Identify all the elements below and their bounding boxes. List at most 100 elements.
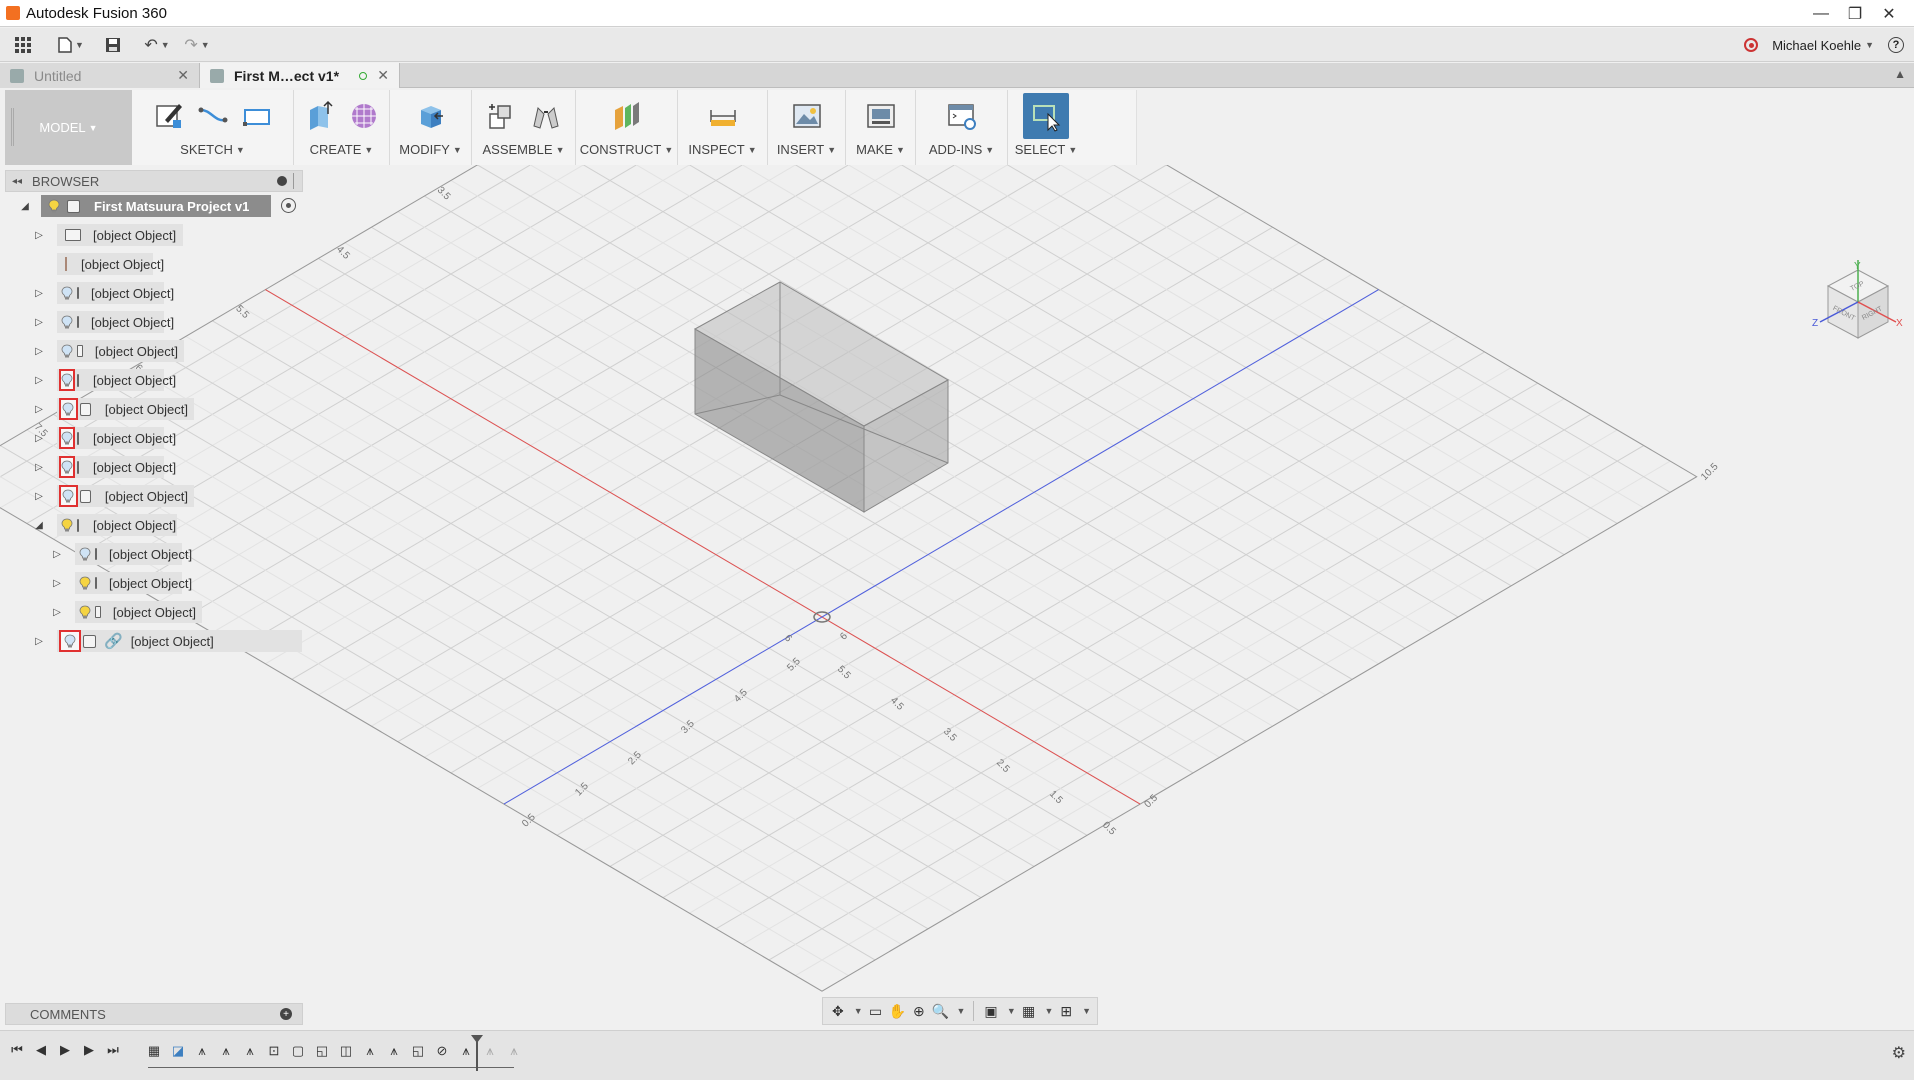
add-ins-group[interactable]: ADD-INS ▼ xyxy=(916,90,1008,165)
construct-group[interactable]: CONSTRUCT ▼ xyxy=(576,90,678,165)
expand-arrow-icon[interactable]: ▷ xyxy=(33,374,45,386)
expand-arrow-icon[interactable]: ▷ xyxy=(33,403,45,415)
timeline-feature-icon[interactable]: ▦ xyxy=(144,1041,164,1061)
scripts-addins-icon[interactable] xyxy=(945,99,979,133)
look-at-icon[interactable]: ▭ xyxy=(867,1000,885,1022)
timeline-joint-icon[interactable]: ⩚ xyxy=(456,1041,476,1061)
visibility-bulb-icon[interactable] xyxy=(79,545,91,563)
visibility-bulb-icon[interactable] xyxy=(59,427,75,449)
panel-resize-handle[interactable] xyxy=(293,173,296,189)
timeline-joint-icon[interactable]: ⩚ xyxy=(360,1041,380,1061)
tree-row[interactable]: [object Object] xyxy=(5,250,303,279)
assemble-group[interactable]: ASSEMBLE ▼ xyxy=(472,90,576,165)
chevron-down-icon[interactable]: ▼ xyxy=(1865,40,1874,50)
tree-row[interactable]: ▷ [object Object] xyxy=(5,569,303,598)
modify-group[interactable]: MODIFY ▼ xyxy=(390,90,472,165)
save-button[interactable] xyxy=(100,32,126,58)
tree-row[interactable]: ▷ [object Object] xyxy=(5,482,303,511)
select-group[interactable]: SELECT ▼ xyxy=(1008,90,1084,165)
visibility-bulb-icon[interactable] xyxy=(61,313,73,331)
measure-icon[interactable] xyxy=(706,99,740,133)
expand-arrow-icon[interactable]: ▷ xyxy=(33,635,45,647)
go-to-start-icon[interactable]: ⏮ xyxy=(8,1041,26,1059)
workspace-switcher[interactable]: MODEL ▼ xyxy=(5,90,132,165)
make-group[interactable]: MAKE ▼ xyxy=(846,90,916,165)
timeline-joint-icon[interactable]: ⩚ xyxy=(216,1041,236,1061)
view-cube[interactable]: TOP FRONT RIGHT Y Z X xyxy=(1810,260,1905,360)
expand-arrow-icon[interactable]: ▷ xyxy=(33,461,45,473)
tree-row[interactable]: ◢ [object Object] xyxy=(5,511,303,540)
visibility-bulb-icon[interactable] xyxy=(59,485,78,507)
timeline-feature-icon[interactable]: ◪ xyxy=(168,1041,188,1061)
create-group[interactable]: CREATE ▼ xyxy=(294,90,390,165)
file-menu-button[interactable]: ▼ xyxy=(58,32,84,58)
step-forward-icon[interactable]: ▶ xyxy=(80,1041,98,1059)
tree-node[interactable]: [object Object] xyxy=(57,224,183,246)
fit-icon[interactable]: 🔍 xyxy=(932,1000,950,1022)
expand-arrow-icon[interactable]: ▷ xyxy=(33,287,45,299)
browser-pin-icon[interactable] xyxy=(277,176,287,186)
timeline-track[interactable] xyxy=(148,1067,514,1068)
expand-arrow-icon[interactable]: ▷ xyxy=(51,577,63,589)
expand-arrow-icon[interactable]: ▷ xyxy=(51,606,63,618)
tree-node[interactable]: [object Object] xyxy=(57,340,184,362)
visibility-bulb-icon[interactable] xyxy=(45,197,63,215)
timeline-feature-icon[interactable]: ◱ xyxy=(312,1041,332,1061)
undo-button[interactable]: ↶ ▼ xyxy=(144,32,170,58)
expand-arrow-icon[interactable]: ▷ xyxy=(33,316,45,328)
orbit-icon[interactable]: ✥ xyxy=(829,1000,847,1022)
visibility-bulb-icon[interactable] xyxy=(61,342,73,360)
inspect-group[interactable]: INSPECT ▼ xyxy=(678,90,768,165)
expand-arrow-icon[interactable]: ▷ xyxy=(33,432,45,444)
joint-icon[interactable] xyxy=(529,99,563,133)
tree-node[interactable]: [object Object] xyxy=(57,369,176,391)
viewports-icon[interactable]: ⊞ xyxy=(1057,1000,1075,1022)
play-icon[interactable]: ▶ xyxy=(56,1041,74,1059)
3d-print-icon[interactable] xyxy=(864,99,898,133)
grid-settings-icon[interactable]: ▦ xyxy=(1020,1000,1038,1022)
step-back-icon[interactable]: ◀ xyxy=(32,1041,50,1059)
visibility-bulb-icon[interactable] xyxy=(59,369,75,391)
chevron-down-icon[interactable]: ▼ xyxy=(1082,1006,1091,1016)
collapse-arrow-icon[interactable]: ◢ xyxy=(19,200,31,212)
restore-button[interactable]: ❐ xyxy=(1838,0,1872,27)
tree-node[interactable]: [object Object] xyxy=(75,601,202,623)
timeline-joint-icon[interactable]: ⩚ xyxy=(504,1041,524,1061)
insert-image-icon[interactable] xyxy=(790,99,824,133)
gear-icon[interactable]: ⚙ xyxy=(1892,1043,1906,1063)
user-menu[interactable]: Michael Koehle xyxy=(1772,38,1861,53)
tab-first-matsuura[interactable]: First M…ect v1* ✕ xyxy=(200,63,400,88)
tree-node[interactable]: [object Object] xyxy=(57,427,176,449)
display-settings-icon[interactable]: ▣ xyxy=(982,1000,1000,1022)
collapse-browser-icon[interactable]: ◂◂ xyxy=(12,176,22,187)
create-sketch-icon[interactable] xyxy=(152,99,186,133)
timeline-joint-icon[interactable]: ⩚ xyxy=(384,1041,404,1061)
line-tool-icon[interactable] xyxy=(196,99,230,133)
help-icon[interactable]: ? xyxy=(1888,37,1904,53)
stock-body-front-face[interactable] xyxy=(694,328,865,513)
tree-node[interactable]: First Matsuura Project v1 xyxy=(41,195,271,217)
close-tab-button[interactable]: ✕ xyxy=(177,67,189,84)
activate-component-icon[interactable] xyxy=(281,198,296,213)
timeline-feature-icon[interactable]: ▢ xyxy=(288,1041,308,1061)
tree-row[interactable]: ▷ [object Object] xyxy=(5,366,303,395)
timeline-joint-icon[interactable]: ⩚ xyxy=(480,1041,500,1061)
chevron-down-icon[interactable]: ▼ xyxy=(956,1006,965,1016)
tree-node[interactable]: [object Object] xyxy=(57,398,194,420)
sketch-group[interactable]: SKETCH ▼ xyxy=(132,90,294,165)
expand-arrow-icon[interactable]: ▷ xyxy=(33,345,45,357)
visibility-bulb-icon[interactable] xyxy=(79,574,91,592)
tree-node[interactable]: [object Object] xyxy=(57,311,174,333)
timeline-marker[interactable] xyxy=(471,1035,483,1071)
expand-arrow-icon[interactable]: ▷ xyxy=(33,490,45,502)
extrude-icon[interactable] xyxy=(303,99,337,133)
zoom-icon[interactable]: ⊕ xyxy=(910,1000,928,1022)
tree-root-row[interactable]: ◢ First Matsuura Project v1 xyxy=(5,192,303,221)
tree-node[interactable]: 🔗 [object Object] xyxy=(57,630,302,652)
timeline-feature-icon[interactable]: ◫ xyxy=(336,1041,356,1061)
tree-row[interactable]: ▷ [object Object] xyxy=(5,540,303,569)
visibility-bulb-icon[interactable] xyxy=(79,603,91,621)
minimize-button[interactable]: — xyxy=(1804,0,1838,27)
tree-row[interactable]: ▷ [object Object] xyxy=(5,424,303,453)
tree-node[interactable]: [object Object] xyxy=(57,282,174,304)
